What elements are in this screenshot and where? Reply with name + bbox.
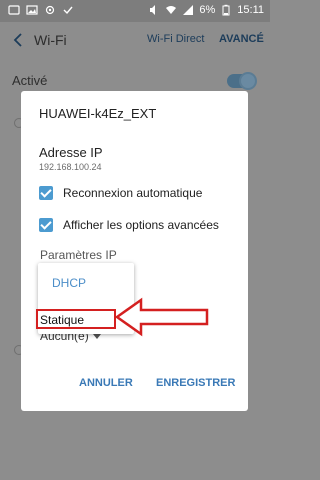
auto-reconnect-checkbox[interactable]	[39, 186, 53, 200]
signal-icon	[183, 5, 194, 15]
mute-icon	[150, 5, 156, 15]
wifi-toggle[interactable]	[227, 72, 257, 90]
save-button[interactable]: ENREGISTRER	[156, 377, 235, 389]
back-arrow-icon[interactable]	[10, 31, 28, 49]
active-label: Activé	[12, 73, 48, 88]
notification-icon	[8, 5, 20, 15]
cancel-button[interactable]: ANNULER	[79, 377, 133, 389]
show-advanced-row[interactable]: Afficher les options avancées	[39, 218, 219, 232]
pointer-arrow-icon	[115, 297, 209, 337]
option-static[interactable]: Statique	[40, 313, 84, 327]
ip-address-label: Adresse IP	[39, 145, 103, 160]
option-dhcp[interactable]: DHCP	[52, 276, 86, 290]
app-bar: Wi-Fi Wi-Fi Direct AVANCÉ	[0, 22, 270, 60]
toggle-knob	[239, 72, 257, 90]
ip-params-label: Paramètres IP	[40, 248, 117, 262]
auto-reconnect-label: Reconnexion automatique	[63, 186, 203, 200]
status-bar: 6% 15:11	[0, 0, 270, 22]
location-icon	[45, 5, 55, 15]
ip-address-value: 192.168.100.24	[39, 162, 102, 172]
clock: 15:11	[237, 4, 264, 16]
show-advanced-label: Afficher les options avancées	[63, 218, 219, 232]
show-advanced-checkbox[interactable]	[39, 218, 53, 232]
advanced-button[interactable]: AVANCÉ	[219, 33, 264, 45]
dropdown-arrow-icon	[92, 334, 101, 340]
auto-reconnect-row[interactable]: Reconnexion automatique	[39, 186, 202, 200]
battery-icon	[222, 4, 230, 16]
battery-percentage: 6%	[199, 4, 216, 16]
check-icon	[63, 6, 73, 15]
wifi-icon	[166, 6, 177, 14]
network-name: HUAWEI-k4Ez_EXT	[39, 106, 157, 121]
page-title: Wi-Fi	[34, 32, 67, 48]
wifi-direct-button[interactable]: Wi-Fi Direct	[147, 33, 204, 45]
network-dialog: HUAWEI-k4Ez_EXT Adresse IP 192.168.100.2…	[21, 91, 248, 411]
image-icon	[26, 5, 38, 15]
